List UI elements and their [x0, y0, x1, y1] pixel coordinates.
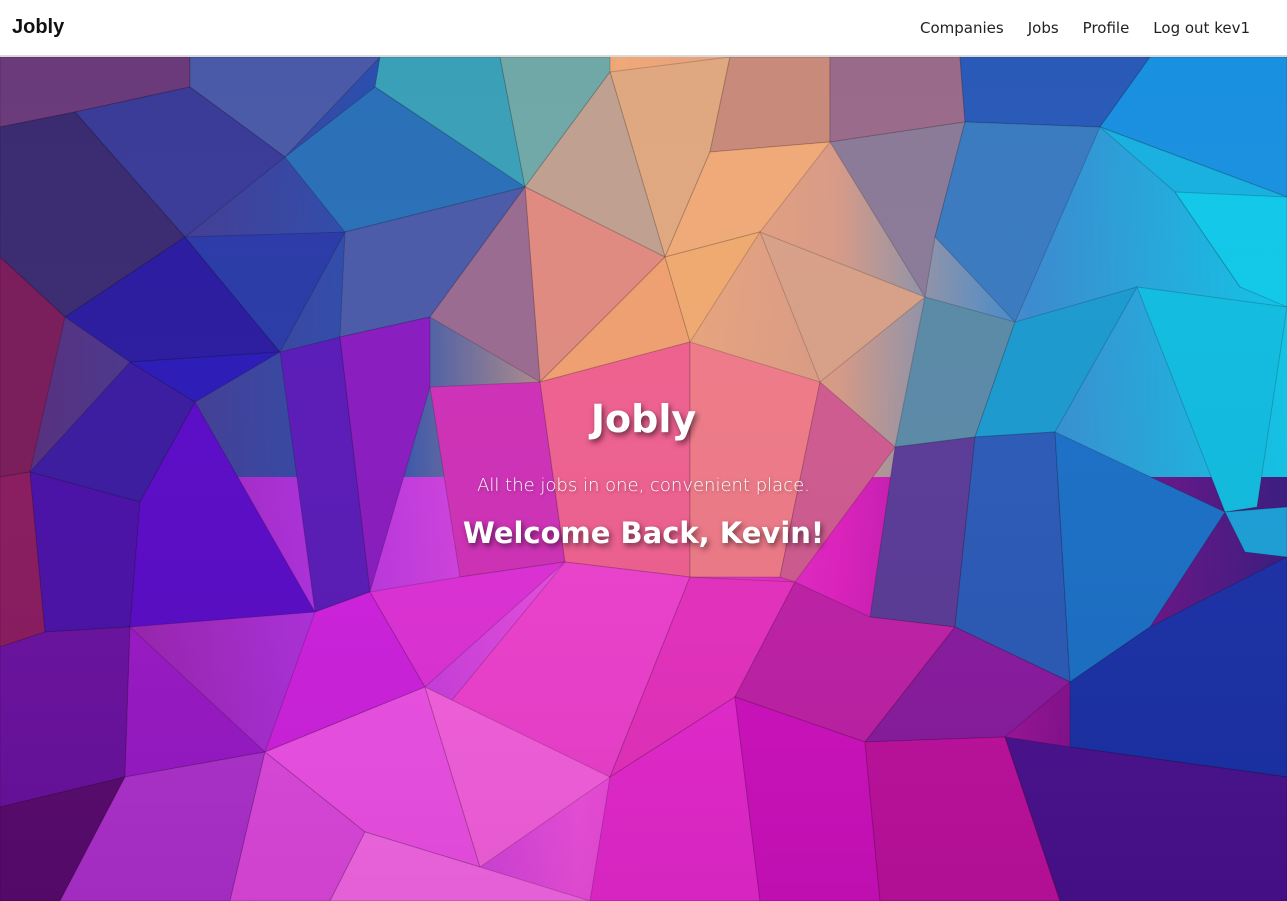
top-navbar: Jobly Companies Jobs Profile Log out kev… [0, 0, 1287, 57]
hero-tagline: All the jobs in one, convenient place. [477, 475, 810, 496]
nav-link-jobs[interactable]: Jobs [1028, 19, 1059, 37]
nav-link-logout[interactable]: Log out kev1 [1153, 19, 1250, 37]
nav-links: Companies Jobs Profile Log out kev1 [896, 19, 1250, 37]
hero-content: Jobly All the jobs in one, convenient pl… [0, 57, 1287, 901]
hero-title: Jobly [590, 397, 697, 441]
nav-link-companies[interactable]: Companies [920, 19, 1004, 37]
nav-link-profile[interactable]: Profile [1083, 19, 1130, 37]
welcome-message: Welcome Back, Kevin! [462, 516, 825, 550]
brand-logo-link[interactable]: Jobly [12, 16, 64, 39]
hero-section: Jobly All the jobs in one, convenient pl… [0, 57, 1287, 901]
